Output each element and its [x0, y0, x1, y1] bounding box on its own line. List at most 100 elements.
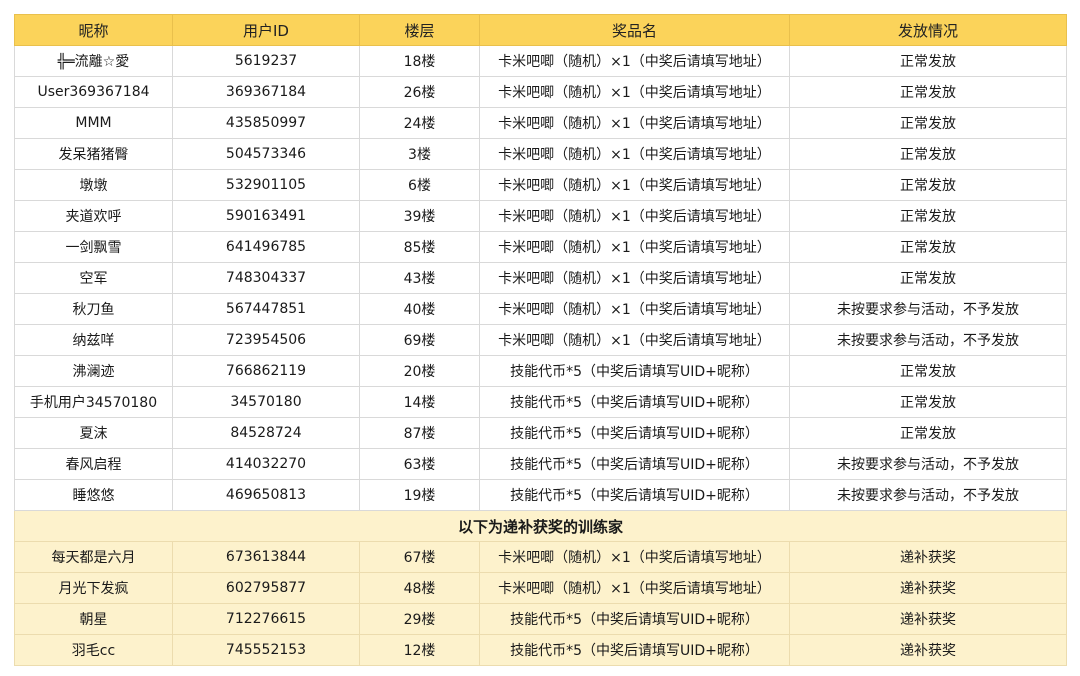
- table-row: 手机用户34570180 34570180 14楼 技能代币*5（中奖后请填写UID+…: [14, 386, 1067, 418]
- cell-status: 正常发放: [789, 138, 1067, 170]
- cell-prize: 卡米吧唧（随机）×1（中奖后请填写地址）: [479, 262, 790, 294]
- cell-status: 正常发放: [789, 231, 1067, 263]
- column-header-floor: 楼层: [359, 14, 480, 46]
- makeup-table-row: 每天都是六月 673613844 67楼 卡米吧唧（随机）×1（中奖后请填写地址） 递补…: [14, 541, 1067, 573]
- cell-floor: 26楼: [359, 76, 480, 108]
- cell-status: 正常发放: [789, 200, 1067, 232]
- cell-uid: 414032270: [172, 448, 360, 480]
- cell-prize: 技能代币*5（中奖后请填写UID+昵称）: [479, 386, 790, 418]
- cell-floor: 43楼: [359, 262, 480, 294]
- cell-prize: 卡米吧唧（随机）×1（中奖后请填写地址）: [479, 45, 790, 77]
- cell-nickname: 发呆猪猪臀: [14, 138, 173, 170]
- cell-uid: 34570180: [172, 386, 360, 418]
- cell-prize: 卡米吧唧（随机）×1（中奖后请填写地址）: [479, 169, 790, 201]
- cell-floor: 48楼: [359, 572, 480, 604]
- cell-uid: 532901105: [172, 169, 360, 201]
- table-row: 纳兹咩 723954506 69楼 卡米吧唧（随机）×1（中奖后请填写地址） 未按要求参…: [14, 324, 1067, 356]
- cell-status: 未按要求参与活动，不予发放: [789, 293, 1067, 325]
- cell-prize: 技能代币*5（中奖后请填写UID+昵称）: [479, 417, 790, 449]
- cell-uid: 673613844: [172, 541, 360, 573]
- cell-uid: 602795877: [172, 572, 360, 604]
- column-header-prize: 奖品名: [479, 14, 790, 46]
- cell-nickname: 一剑飘雪: [14, 231, 173, 263]
- cell-status: 正常发放: [789, 386, 1067, 418]
- cell-status: 正常发放: [789, 76, 1067, 108]
- cell-floor: 40楼: [359, 293, 480, 325]
- table-row: MMM 435850997 24楼 卡米吧唧（随机）×1（中奖后请填写地址） 正常发放: [14, 107, 1067, 139]
- cell-uid: 5619237: [172, 45, 360, 77]
- cell-uid: 84528724: [172, 417, 360, 449]
- cell-prize: 技能代币*5（中奖后请填写UID+昵称）: [479, 479, 790, 511]
- table-row: 发呆猪猪臀 504573346 3楼 卡米吧唧（随机）×1（中奖后请填写地址） 正常发放: [14, 138, 1067, 170]
- winners-table-body: ╬═流離☆愛 5619237 18楼 卡米吧唧（随机）×1（中奖后请填写地址） 正常发放…: [14, 45, 1067, 511]
- cell-prize: 卡米吧唧（随机）×1（中奖后请填写地址）: [479, 541, 790, 573]
- cell-nickname: ╬═流離☆愛: [14, 45, 173, 77]
- cell-prize: 卡米吧唧（随机）×1（中奖后请填写地址）: [479, 76, 790, 108]
- cell-nickname: 睡悠悠: [14, 479, 173, 511]
- cell-uid: 567447851: [172, 293, 360, 325]
- cell-uid: 504573346: [172, 138, 360, 170]
- cell-nickname: 秋刀鱼: [14, 293, 173, 325]
- cell-nickname: 夏沫: [14, 417, 173, 449]
- cell-floor: 69楼: [359, 324, 480, 356]
- cell-prize: 卡米吧唧（随机）×1（中奖后请填写地址）: [479, 107, 790, 139]
- makeup-table-row: 羽毛cc 745552153 12楼 技能代币*5（中奖后请填写UID+昵称） 递补获奖: [14, 634, 1067, 666]
- cell-floor: 6楼: [359, 169, 480, 201]
- cell-status: 正常发放: [789, 169, 1067, 201]
- winners-table: 昵称 用户ID 楼层 奖品名 发放情况 ╬═流離☆愛 5619237 18楼 卡米吧唧…: [14, 14, 1067, 666]
- cell-status: 未按要求参与活动，不予发放: [789, 324, 1067, 356]
- cell-prize: 技能代币*5（中奖后请填写UID+昵称）: [479, 634, 790, 666]
- cell-status: 正常发放: [789, 45, 1067, 77]
- makeup-section-title: 以下为递补获奖的训练家: [14, 510, 1067, 542]
- makeup-table-body: 以下为递补获奖的训练家 每天都是六月 673613844 67楼 卡米吧唧（随机）×1…: [14, 510, 1067, 666]
- cell-status: 未按要求参与活动，不予发放: [789, 448, 1067, 480]
- cell-floor: 20楼: [359, 355, 480, 387]
- table-row: 一剑飘雪 641496785 85楼 卡米吧唧（随机）×1（中奖后请填写地址） 正常发放: [14, 231, 1067, 263]
- cell-floor: 24楼: [359, 107, 480, 139]
- cell-prize: 技能代币*5（中奖后请填写UID+昵称）: [479, 603, 790, 635]
- cell-status: 递补获奖: [789, 572, 1067, 604]
- table-row: 睡悠悠 469650813 19楼 技能代币*5（中奖后请填写UID+昵称） 未按要求参…: [14, 479, 1067, 511]
- makeup-section-row: 以下为递补获奖的训练家: [14, 510, 1067, 542]
- cell-prize: 卡米吧唧（随机）×1（中奖后请填写地址）: [479, 138, 790, 170]
- cell-prize: 卡米吧唧（随机）×1（中奖后请填写地址）: [479, 324, 790, 356]
- table-row: 夹道欢呼 590163491 39楼 卡米吧唧（随机）×1（中奖后请填写地址） 正常发放: [14, 200, 1067, 232]
- cell-prize: 技能代币*5（中奖后请填写UID+昵称）: [479, 448, 790, 480]
- winners-table-container: 昵称 用户ID 楼层 奖品名 发放情况 ╬═流離☆愛 5619237 18楼 卡米吧唧…: [14, 14, 1067, 666]
- column-header-status: 发放情况: [789, 14, 1067, 46]
- cell-uid: 469650813: [172, 479, 360, 511]
- table-row: 沸澜迹 766862119 20楼 技能代币*5（中奖后请填写UID+昵称） 正常发放: [14, 355, 1067, 387]
- cell-nickname: 手机用户34570180: [14, 386, 173, 418]
- cell-nickname: 每天都是六月: [14, 541, 173, 573]
- cell-nickname: 朝星: [14, 603, 173, 635]
- cell-status: 递补获奖: [789, 634, 1067, 666]
- cell-prize: 技能代币*5（中奖后请填写UID+昵称）: [479, 355, 790, 387]
- cell-uid: 748304337: [172, 262, 360, 294]
- table-row: 秋刀鱼 567447851 40楼 卡米吧唧（随机）×1（中奖后请填写地址） 未按要求参…: [14, 293, 1067, 325]
- cell-floor: 39楼: [359, 200, 480, 232]
- table-row: 墩墩 532901105 6楼 卡米吧唧（随机）×1（中奖后请填写地址） 正常发放: [14, 169, 1067, 201]
- cell-floor: 18楼: [359, 45, 480, 77]
- cell-status: 递补获奖: [789, 603, 1067, 635]
- cell-status: 正常发放: [789, 355, 1067, 387]
- table-row: User369367184 369367184 26楼 卡米吧唧（随机）×1（中奖后请…: [14, 76, 1067, 108]
- cell-prize: 卡米吧唧（随机）×1（中奖后请填写地址）: [479, 572, 790, 604]
- makeup-table-row: 月光下发疯 602795877 48楼 卡米吧唧（随机）×1（中奖后请填写地址） 递补获…: [14, 572, 1067, 604]
- cell-nickname: 空军: [14, 262, 173, 294]
- cell-floor: 3楼: [359, 138, 480, 170]
- cell-uid: 712276615: [172, 603, 360, 635]
- makeup-table-row: 朝星 712276615 29楼 技能代币*5（中奖后请填写UID+昵称） 递补获奖: [14, 603, 1067, 635]
- cell-status: 递补获奖: [789, 541, 1067, 573]
- cell-nickname: 纳兹咩: [14, 324, 173, 356]
- cell-uid: 641496785: [172, 231, 360, 263]
- table-row: 空军 748304337 43楼 卡米吧唧（随机）×1（中奖后请填写地址） 正常发放: [14, 262, 1067, 294]
- cell-floor: 14楼: [359, 386, 480, 418]
- cell-uid: 590163491: [172, 200, 360, 232]
- table-row: 夏沫 84528724 87楼 技能代币*5（中奖后请填写UID+昵称） 正常发放: [14, 417, 1067, 449]
- cell-prize: 卡米吧唧（随机）×1（中奖后请填写地址）: [479, 200, 790, 232]
- cell-status: 正常发放: [789, 262, 1067, 294]
- cell-nickname: 夹道欢呼: [14, 200, 173, 232]
- cell-floor: 63楼: [359, 448, 480, 480]
- cell-floor: 85楼: [359, 231, 480, 263]
- cell-floor: 19楼: [359, 479, 480, 511]
